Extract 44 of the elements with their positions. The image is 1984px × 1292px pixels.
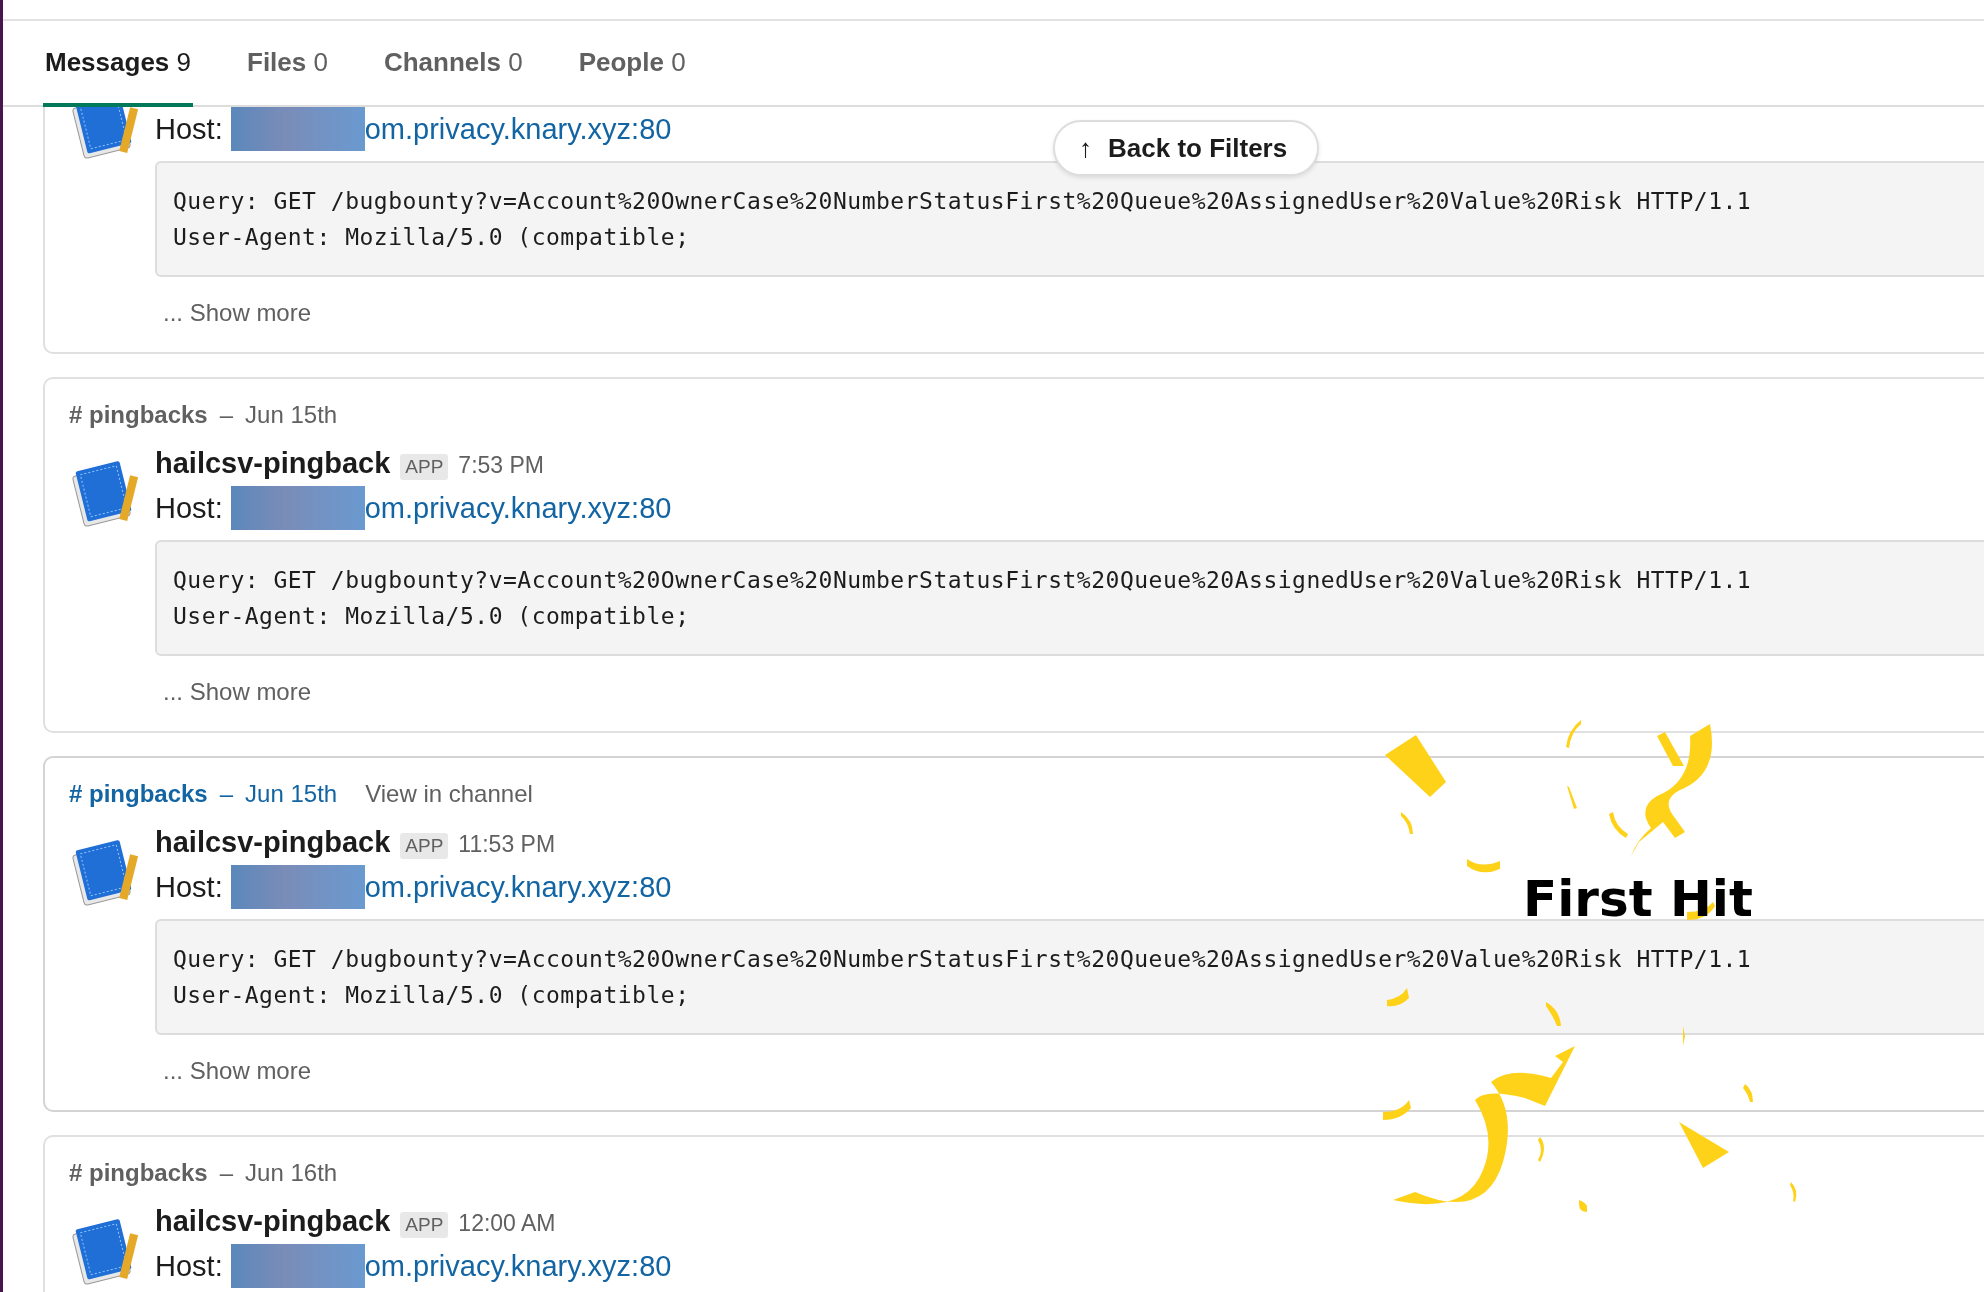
book-icon (69, 838, 141, 906)
message-date: Jun 15th (245, 401, 338, 429)
code-line: User-Agent: Mozilla/5.0 (compatible; (173, 602, 690, 631)
sender-name[interactable]: hailcsv-pingback (155, 1205, 391, 1238)
show-more-link[interactable]: ... Show more (163, 678, 312, 706)
channel-name[interactable]: # pingbacks (69, 780, 208, 808)
sender-name[interactable]: hailcsv-pingback (155, 826, 391, 859)
separator-dash: – (219, 1159, 234, 1187)
host-label: Host: (155, 870, 223, 904)
book-icon (69, 1217, 141, 1285)
app-badge: APP (400, 833, 449, 859)
message-time[interactable]: 11:53 PM (458, 831, 556, 858)
code-line: Query: GET /bugbounty?v=Account%20OwnerCase%20NumberStatusFirst%20Queue%20AssignedUser%20Value%20Risk HTTP/1.1 (173, 187, 1752, 216)
channel-name: # pingbacks (69, 401, 208, 429)
host-label: Host: (155, 112, 223, 146)
code-line: Query: GET /bugbounty?v=Account%20OwnerCase%20NumberStatusFirst%20Queue%20AssignedUser%20Value%20Risk HTTP/1.1 (173, 566, 1752, 595)
host-link[interactable]: om.privacy.knary.xyz:80 (364, 1249, 672, 1283)
channel-name: # pingbacks (69, 1159, 208, 1187)
message-date: Jun 16th (245, 1159, 338, 1187)
host-link[interactable]: om.privacy.knary.xyz:80 (364, 112, 672, 146)
view-in-channel-link[interactable]: View in channel (365, 780, 533, 808)
host-link[interactable]: om.privacy.knary.xyz:80 (364, 870, 672, 904)
show-more-link[interactable]: ... Show more (163, 299, 312, 327)
host-link[interactable]: om.privacy.knary.xyz:80 (364, 491, 672, 525)
tab[interactable]: People 0 (576, 21, 688, 107)
host-label: Host: (155, 1249, 223, 1283)
show-more-link[interactable]: ... Show more (163, 1057, 312, 1085)
app-badge: APP (400, 454, 449, 480)
separator-dash: – (219, 780, 234, 808)
message-time[interactable]: 12:00 AM (458, 1210, 556, 1237)
tab[interactable]: Files 0 (245, 21, 330, 107)
message-date[interactable]: Jun 15th (245, 780, 338, 808)
tab[interactable]: Channels 0 (381, 21, 525, 107)
app-badge: APP (400, 1212, 449, 1238)
separator-dash: – (219, 401, 234, 429)
host-label: Host: (155, 491, 223, 525)
sender-name[interactable]: hailcsv-pingback (155, 447, 391, 480)
book-icon (69, 459, 141, 527)
message-time[interactable]: 7:53 PM (458, 452, 544, 479)
code-line: User-Agent: Mozilla/5.0 (compatible; (173, 223, 690, 252)
code-line: Query: GET /bugbounty?v=Account%20OwnerCase%20NumberStatusFirst%20Queue%20AssignedUser%20Value%20Risk HTTP/1.1 (173, 945, 1752, 974)
back-to-filters-button[interactable]: ↑ Back to Filters (1053, 120, 1320, 176)
overlay-title: First Hit (1523, 872, 1753, 927)
code-line: User-Agent: Mozilla/5.0 (compatible; (173, 981, 690, 1010)
